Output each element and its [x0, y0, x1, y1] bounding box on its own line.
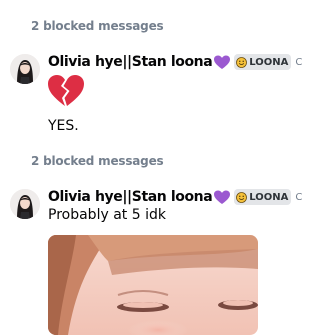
username[interactable]: Olivia hye||Stan loona [48, 54, 213, 70]
timestamp-truncated: C [295, 56, 303, 68]
avatar[interactable] [10, 189, 40, 219]
message-header: Olivia hye||Stan loona LOONA C [48, 54, 302, 70]
blocked-messages-link[interactable]: 2 blocked messages [31, 154, 164, 168]
message-text: YES. [48, 118, 79, 134]
timestamp-truncated: C [295, 191, 303, 203]
purple-heart-icon [214, 55, 231, 69]
broken-heart-emoji [48, 75, 84, 106]
username[interactable]: Olivia hye||Stan loona [48, 189, 213, 205]
message-group: Olivia hye||Stan loona LOONA C YES. [0, 54, 302, 144]
smile-icon [236, 191, 248, 203]
message-text: Probably at 5 idk [48, 207, 166, 223]
blocked-messages-link[interactable]: 2 blocked messages [31, 19, 164, 33]
role-tag-label: LOONA [249, 191, 289, 203]
smile-icon [236, 56, 248, 68]
avatar[interactable] [10, 54, 40, 84]
role-tag-label: LOONA [249, 56, 289, 68]
purple-heart-icon [214, 190, 231, 204]
photo-image [48, 235, 258, 335]
message-header: Olivia hye||Stan loona LOONA C [48, 189, 302, 205]
image-attachment[interactable] [48, 235, 258, 335]
role-tag[interactable]: LOONA [234, 54, 292, 70]
role-tag[interactable]: LOONA [234, 189, 292, 205]
